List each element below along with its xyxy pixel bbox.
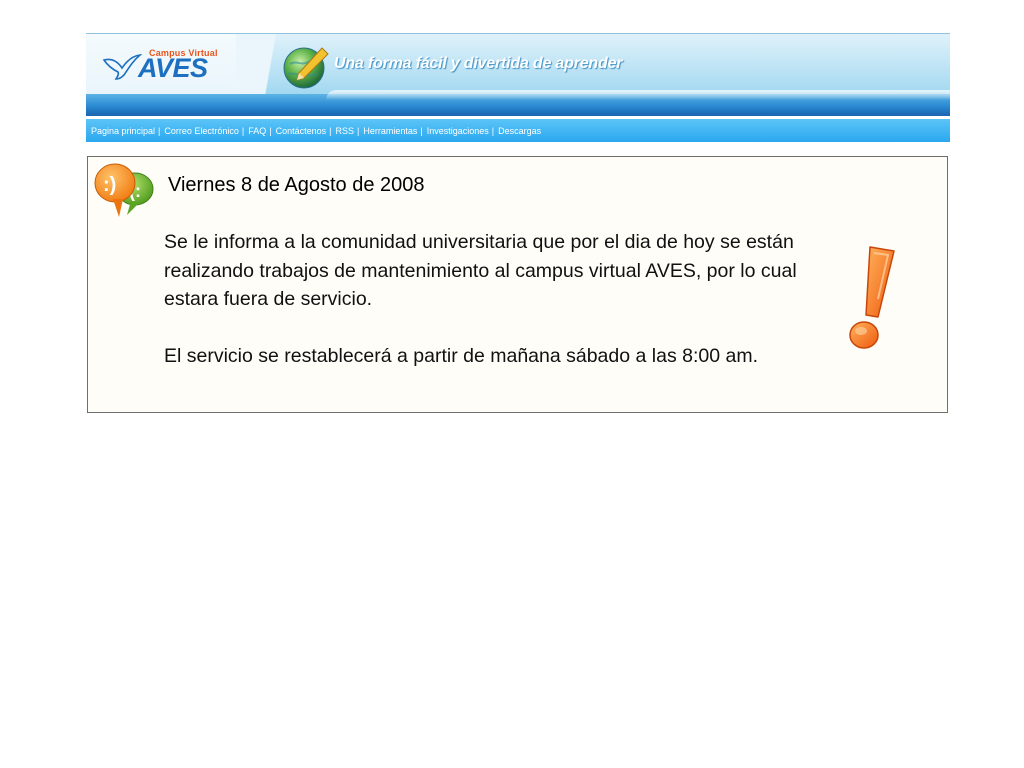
notice-body: Se le informa a la comunidad universitar… <box>164 228 844 371</box>
banner-wave-highlight <box>326 90 950 100</box>
notice-date: Viernes 8 de Agosto de 2008 <box>168 174 425 196</box>
nav-separator: | <box>241 125 245 136</box>
nav-link-rss[interactable]: RSS <box>336 126 355 136</box>
dove-logo-icon <box>102 53 142 80</box>
header-banner: Campus Virtual AVES Una forma fácil y di… <box>86 33 950 116</box>
nav-separator: | <box>329 125 332 136</box>
notice-paragraph-1: Se le informa a la comunidad universitar… <box>164 231 797 310</box>
maintenance-notice: (: :) Viernes 8 de Agosto de 2008 Se le … <box>87 156 948 413</box>
nav-separator: | <box>420 125 423 136</box>
nav-separator: | <box>158 125 161 136</box>
chat-bubbles-icon: (: :) <box>94 163 154 217</box>
nav-link-descargas[interactable]: Descargas <box>498 126 541 136</box>
nav-separator: | <box>357 125 360 136</box>
nav-link-investigaciones[interactable]: Investigaciones <box>427 126 489 136</box>
nav-link-herramientas[interactable]: Herramientas <box>363 126 417 136</box>
nav-separator: | <box>491 125 495 136</box>
svg-text::): :) <box>103 174 116 196</box>
nav-separator: | <box>269 125 272 136</box>
exclamation-icon <box>849 246 895 349</box>
nav-link-correo[interactable]: Correo Electrónico <box>164 126 239 136</box>
nav-link-pagina-principal[interactable]: Pagina principal <box>91 126 155 136</box>
slogan-text: Una forma fácil y divertida de aprender <box>334 55 623 72</box>
nav-link-faq[interactable]: FAQ <box>248 126 266 136</box>
nav-link-contactenos[interactable]: Contáctenos <box>276 126 327 136</box>
globe-pencil-icon <box>283 47 329 89</box>
logo-aves: AVES <box>138 53 208 83</box>
main-nav: Pagina principal | Correo Electrónico | … <box>86 119 950 142</box>
notice-paragraph-2: El servicio se restablecerá a partir de … <box>164 345 758 367</box>
